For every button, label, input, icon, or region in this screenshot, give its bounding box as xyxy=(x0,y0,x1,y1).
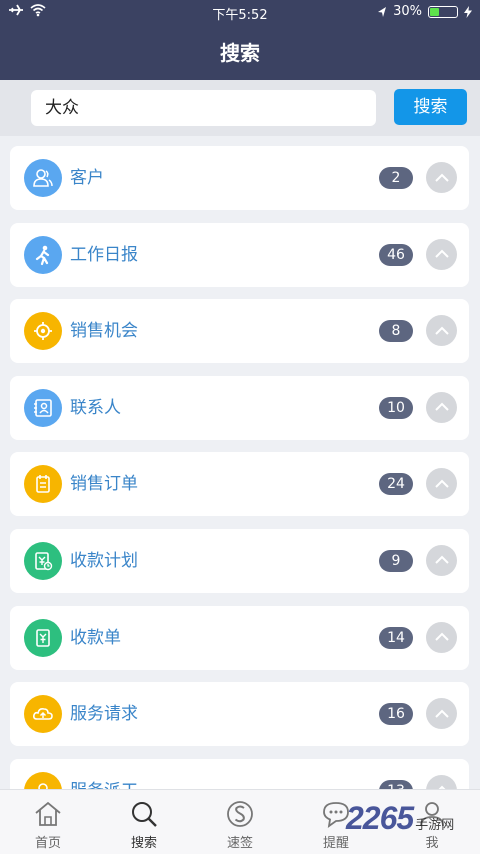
customer-icon xyxy=(24,159,62,197)
expand-toggle[interactable] xyxy=(426,391,457,423)
chevron-up-icon xyxy=(434,709,449,718)
tab-quick-sign[interactable]: 速签 xyxy=(192,790,288,854)
search-bar: 大众 搜索 xyxy=(0,80,480,136)
result-label: 收款计划 xyxy=(70,550,138,571)
result-list: 客户 2 工作日报 46 销售机会 8 联系人 10 销售订单 24 收款计划 … xyxy=(10,146,469,835)
count-badge: 16 xyxy=(379,703,413,726)
tab-label: 首页 xyxy=(34,836,61,851)
result-label: 销售机会 xyxy=(70,321,138,342)
page-title: 搜索 xyxy=(220,41,260,65)
chevron-up-icon xyxy=(434,479,449,488)
quick-sign-icon xyxy=(227,801,253,827)
running-man-icon xyxy=(24,235,62,274)
count-badge: 14 xyxy=(379,626,413,649)
expand-toggle[interactable] xyxy=(426,238,457,270)
battery-icon xyxy=(428,5,458,18)
count-badge: 9 xyxy=(379,549,413,572)
result-label: 客户 xyxy=(70,168,104,188)
result-row-payment-plan[interactable]: 收款计划 9 xyxy=(10,528,469,593)
search-icon xyxy=(132,802,157,827)
expand-toggle[interactable] xyxy=(426,544,457,576)
watermark-logo: 2265 手游网 xyxy=(346,800,455,836)
expand-toggle[interactable] xyxy=(426,698,457,730)
payment-plan-icon xyxy=(24,541,62,580)
status-bar: 下午5:52 30% xyxy=(0,0,480,24)
count-badge: 46 xyxy=(379,243,413,266)
expand-toggle[interactable] xyxy=(426,621,457,653)
home-icon xyxy=(35,801,61,826)
tab-label: 速签 xyxy=(226,836,253,851)
result-row-daily-report[interactable]: 工作日报 46 xyxy=(10,222,469,287)
expand-toggle[interactable] xyxy=(426,162,457,193)
chevron-up-icon xyxy=(434,402,449,411)
status-right: 30% xyxy=(377,4,472,19)
target-icon xyxy=(24,312,62,351)
search-button[interactable]: 搜索 xyxy=(394,89,467,125)
result-row-service-request[interactable]: 服务请求 16 xyxy=(10,682,469,747)
result-row-sales-opportunity[interactable]: 销售机会 8 xyxy=(10,299,469,364)
result-label: 联系人 xyxy=(70,397,121,418)
tab-label: 搜索 xyxy=(130,836,157,851)
receipt-icon xyxy=(24,618,62,657)
order-icon xyxy=(24,465,62,504)
contact-card-icon xyxy=(24,388,62,427)
chevron-up-icon xyxy=(434,632,449,641)
tab-home[interactable]: 首页 xyxy=(0,790,96,854)
expand-toggle[interactable] xyxy=(426,315,457,347)
battery-percent: 30% xyxy=(393,4,422,19)
result-row-contact[interactable]: 联系人 10 xyxy=(10,375,469,440)
result-label: 服务请求 xyxy=(70,704,138,725)
count-badge: 2 xyxy=(379,167,413,189)
count-badge: 24 xyxy=(379,473,413,496)
result-row-customer[interactable]: 客户 2 xyxy=(10,146,469,210)
nav-header: 搜索 xyxy=(0,24,480,80)
charging-bolt-icon xyxy=(464,5,472,18)
result-row-sales-order[interactable]: 销售订单 24 xyxy=(10,452,469,517)
count-badge: 10 xyxy=(379,396,413,419)
expand-toggle[interactable] xyxy=(426,468,457,500)
chevron-up-icon xyxy=(434,173,449,182)
tab-search[interactable]: 搜索 xyxy=(96,790,192,854)
result-label: 销售订单 xyxy=(70,474,138,495)
result-label: 收款单 xyxy=(70,627,121,648)
location-arrow-icon xyxy=(378,6,387,17)
chevron-up-icon xyxy=(434,249,449,258)
count-badge: 8 xyxy=(379,320,413,343)
result-row-receipt[interactable]: 收款单 14 xyxy=(10,605,469,670)
chevron-up-icon xyxy=(434,326,449,335)
chevron-up-icon xyxy=(434,556,449,565)
cloud-service-icon xyxy=(24,695,62,734)
result-label: 工作日报 xyxy=(70,244,138,265)
search-input[interactable]: 大众 xyxy=(31,90,376,126)
